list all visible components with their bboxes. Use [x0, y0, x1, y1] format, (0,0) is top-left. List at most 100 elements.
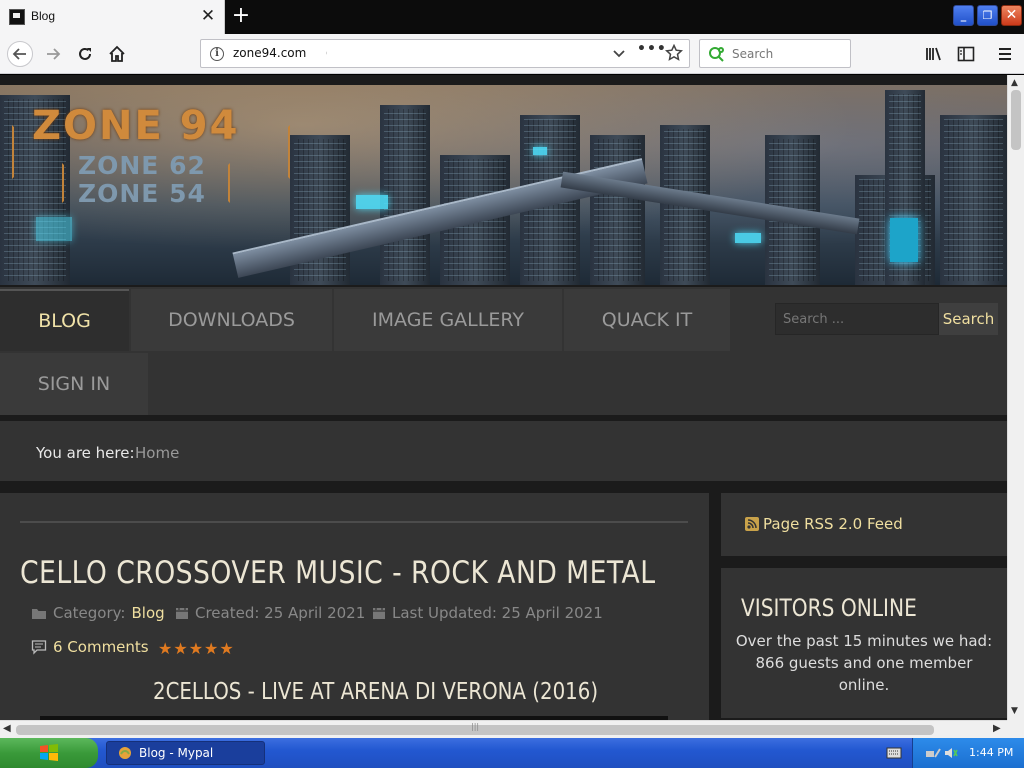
vertical-scrollbar[interactable]: ▲ ▼	[1007, 75, 1024, 720]
breadcrumb-home[interactable]: Home	[135, 444, 179, 462]
article-created: Created: 25 April 2021	[175, 604, 365, 622]
article-updated: Last Updated: 25 April 2021	[372, 604, 603, 622]
system-tray: 1:44 PM	[912, 738, 1024, 768]
nav-item-quack-it[interactable]: QUACK IT	[564, 289, 730, 351]
scroll-thumb[interactable]	[1011, 90, 1021, 150]
arrow-left-icon	[12, 48, 26, 60]
home-button[interactable]	[104, 41, 130, 67]
arrow-right-icon	[47, 48, 61, 60]
banner-building	[590, 135, 645, 285]
nav-item-downloads[interactable]: DOWNLOADS	[131, 289, 332, 351]
page-viewport: ZONE 94 ZONE 62 ZONE 54 BLOG DOWNLOADS I…	[0, 75, 1007, 720]
bookmark-star-icon[interactable]	[665, 44, 683, 62]
site-banner[interactable]: ZONE 94 ZONE 62 ZONE 54	[0, 85, 1007, 285]
comment-icon	[31, 640, 47, 655]
reload-icon	[79, 47, 91, 60]
sidebar-button[interactable]	[953, 41, 979, 67]
taskbar: Blog - Mypal 1:44 PM	[0, 738, 1024, 768]
nav-item-blog[interactable]: BLOG	[0, 289, 129, 351]
site-favicon-icon	[9, 9, 25, 25]
site-search-button[interactable]: Search	[939, 303, 998, 335]
page-actions-icon[interactable]: •••	[637, 41, 667, 57]
scroll-down-icon[interactable]: ▼	[1011, 706, 1018, 716]
visitors-title: VISITORS ONLINE	[741, 594, 917, 622]
tab-strip: Blog ✕ + _ ❐ ✕	[0, 0, 1024, 34]
site-logo-subtitle: ZONE 54	[78, 179, 206, 208]
menu-icon	[999, 48, 1011, 60]
banner-sign	[735, 233, 761, 243]
url-text[interactable]: zone94.com	[233, 46, 306, 60]
windows-logo-icon	[40, 744, 58, 761]
site-search-input[interactable]: Search ...	[775, 303, 939, 335]
taskbar-item-mypal[interactable]: Blog - Mypal	[106, 741, 265, 765]
calendar-icon	[373, 607, 385, 619]
updated-date: Last Updated: 25 April 2021	[392, 604, 603, 622]
scrollbar-corner	[1007, 720, 1024, 738]
breadcrumb-label: You are here:	[36, 444, 135, 462]
article-category: Category: Blog	[31, 604, 165, 622]
scroll-right-icon[interactable]: ▶	[993, 723, 1001, 734]
visitors-panel: VISITORS ONLINE Over the past 15 minutes…	[721, 568, 1007, 718]
site-logo[interactable]: ZONE 94	[32, 103, 239, 149]
search-placeholder: Search	[732, 47, 774, 61]
hamburger-menu-button[interactable]	[992, 41, 1018, 67]
reload-button[interactable]	[72, 41, 98, 67]
browser-search-field[interactable]: Search	[699, 39, 851, 68]
nav-item-sign-in[interactable]: SIGN IN	[0, 353, 148, 415]
created-date: Created: 25 April 2021	[195, 604, 366, 622]
tab-title: Blog	[31, 9, 56, 23]
mypal-icon	[119, 747, 131, 759]
horizontal-scrollbar[interactable]: ◀ ▶	[0, 720, 1007, 738]
new-tab-button[interactable]: +	[229, 4, 253, 28]
taskbar-item-label: Blog - Mypal	[139, 746, 214, 760]
banner-screen	[890, 218, 918, 262]
site-info-icon[interactable]: i	[210, 47, 224, 61]
sidebar-icon	[957, 46, 975, 62]
forward-button[interactable]	[40, 41, 66, 67]
category-label: Category:	[53, 604, 126, 622]
banner-sign	[356, 195, 388, 209]
network-icon[interactable]	[925, 745, 941, 761]
banner-sign	[533, 147, 547, 155]
rating-stars[interactable]: ★★★★★	[158, 639, 235, 658]
site-logo-subtitle: ZONE 62	[78, 151, 206, 180]
category-link[interactable]: Blog	[131, 604, 164, 622]
comments-link[interactable]: 6 Comments	[31, 638, 149, 656]
folder-icon	[32, 608, 46, 619]
chevron-down-icon[interactable]	[611, 45, 627, 61]
rss-label[interactable]: Page RSS 2.0 Feed	[763, 515, 903, 533]
rss-panel: Page RSS 2.0 Feed	[721, 493, 1007, 556]
article-subtitle: 2CELLOS - LIVE AT ARENA DI VERONA (2016)	[153, 679, 599, 705]
divider	[20, 521, 688, 523]
rss-feed-link[interactable]: Page RSS 2.0 Feed	[745, 515, 903, 533]
window-restore-button[interactable]: ❐	[977, 5, 998, 26]
back-button[interactable]	[7, 41, 33, 67]
comments-count[interactable]: 6 Comments	[53, 638, 149, 656]
article-title[interactable]: CELLO CROSSOVER MUSIC - ROCK AND METAL	[20, 555, 655, 591]
scroll-up-icon[interactable]: ▲	[1011, 78, 1018, 88]
keyboard-icon[interactable]	[886, 745, 902, 761]
window-close-button[interactable]: ✕	[1001, 5, 1022, 26]
library-button[interactable]	[921, 41, 947, 67]
tab-close-icon[interactable]: ✕	[198, 6, 218, 26]
banner-sign	[36, 217, 72, 241]
home-icon	[109, 45, 125, 62]
scroll-left-icon[interactable]: ◀	[3, 723, 11, 734]
start-button[interactable]	[0, 738, 98, 768]
scroll-thumb[interactable]	[16, 722, 934, 735]
library-icon	[926, 47, 941, 61]
window-minimize-button[interactable]: _	[953, 5, 974, 26]
navigation-toolbar: i zone94.com ••• Search	[0, 34, 1024, 74]
nav-item-image-gallery[interactable]: IMAGE GALLERY	[334, 289, 562, 351]
breadcrumb: You are here: Home	[0, 421, 1007, 481]
search-engine-icon[interactable]	[708, 46, 726, 62]
visitors-text: Over the past 15 minutes we had: 866 gue…	[735, 632, 993, 694]
clock[interactable]: 1:44 PM	[969, 746, 1013, 759]
calendar-icon	[176, 607, 188, 619]
site-navigation: BLOG DOWNLOADS IMAGE GALLERY QUACK IT SI…	[0, 287, 1007, 415]
volume-icon[interactable]	[943, 745, 959, 761]
banner-building	[940, 115, 1007, 285]
address-bar[interactable]: i zone94.com •••	[200, 39, 690, 68]
tab-blog[interactable]: Blog ✕	[0, 0, 225, 34]
article: CELLO CROSSOVER MUSIC - ROCK AND METAL C…	[0, 493, 709, 720]
